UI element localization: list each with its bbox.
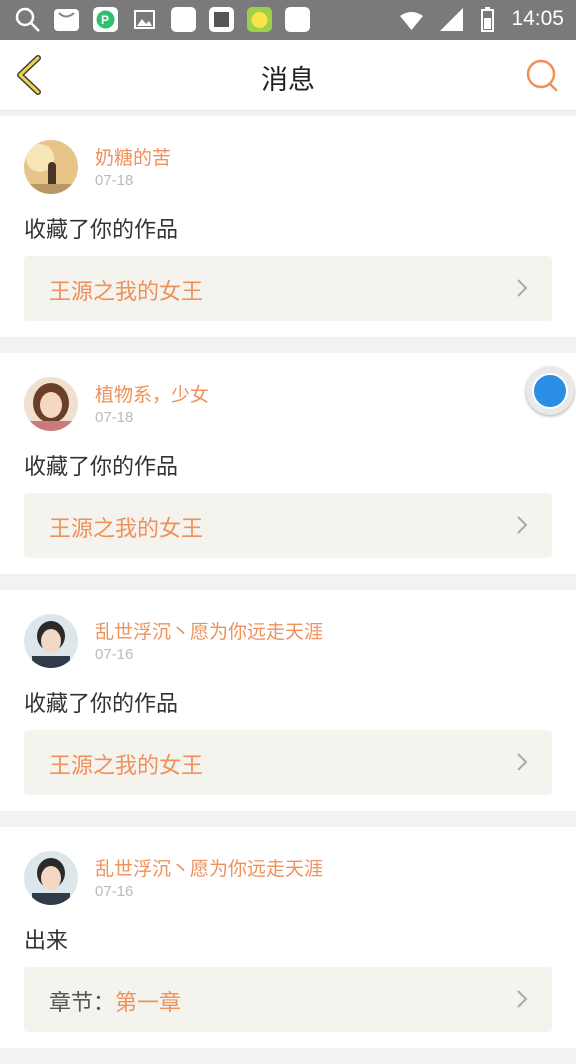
chevron-right-icon xyxy=(517,516,528,534)
floating-assist-button[interactable] xyxy=(526,367,574,415)
work-title: 王源之我的女王 xyxy=(49,511,203,543)
username[interactable]: 乱世浮沉丶愿为你远走天涯 xyxy=(95,854,323,881)
gallery-icon xyxy=(134,10,155,29)
app-header: 消息 xyxy=(0,40,576,111)
search-icon xyxy=(15,7,40,32)
message-date: 07-16 xyxy=(95,646,134,663)
chapter-link[interactable]: 章节：第一章 xyxy=(24,967,552,1032)
avatar[interactable] xyxy=(24,377,78,431)
ref-title: 王源之我的女王 xyxy=(49,754,204,779)
p-app-icon: P xyxy=(93,7,118,32)
ref-title: 王源之我的女王 xyxy=(49,280,204,305)
message-card: 乱世浮沉丶愿为你远走天涯 07-16 出来 章节：第一章 xyxy=(0,827,576,1048)
username[interactable]: 乱世浮沉丶愿为你远走天涯 xyxy=(95,617,323,644)
shopping-bag-icon xyxy=(54,9,79,31)
wifi-icon xyxy=(400,12,423,30)
ref-title: 王源之我的女王 xyxy=(49,517,204,542)
action-text: 收藏了你的作品 xyxy=(24,455,179,480)
message-date: 07-18 xyxy=(95,409,134,426)
work-link[interactable]: 王源之我的女王 xyxy=(24,730,552,795)
chevron-right-icon xyxy=(517,753,528,771)
signal-icon xyxy=(440,8,463,31)
avatar[interactable] xyxy=(24,140,78,194)
blank-app-icon xyxy=(171,7,196,32)
cartoon-app-icon xyxy=(247,7,272,32)
username[interactable]: 奶糖的苦 xyxy=(95,143,171,170)
action-text: 出来 xyxy=(24,929,69,954)
chapter-title: 章节：第一章 xyxy=(49,985,181,1017)
work-title: 王源之我的女王 xyxy=(49,748,203,780)
avatar[interactable] xyxy=(24,614,78,668)
search-icon[interactable] xyxy=(524,57,560,93)
message-card: 奶糖的苦 07-18 收藏了你的作品 王源之我的女王 xyxy=(0,116,576,337)
message-card: 乱世浮沉丶愿为你远走天涯 07-16 收藏了你的作品 王源之我的女王 xyxy=(0,590,576,811)
ref-title: 第一章 xyxy=(115,991,182,1016)
work-title: 王源之我的女王 xyxy=(49,274,203,306)
ref-prefix: 章节： xyxy=(49,991,116,1016)
battery-icon xyxy=(481,7,494,32)
message-date: 07-18 xyxy=(95,172,134,189)
chevron-right-icon xyxy=(517,279,528,297)
floating-button-core xyxy=(532,373,568,409)
work-link[interactable]: 王源之我的女王 xyxy=(24,493,552,558)
avatar[interactable] xyxy=(24,851,78,905)
svg-text:P: P xyxy=(101,13,109,27)
status-bar: P 14:05 xyxy=(0,0,576,40)
message-date: 07-16 xyxy=(95,883,134,900)
action-text: 收藏了你的作品 xyxy=(24,692,179,717)
message-list: 奶糖的苦 07-18 收藏了你的作品 王源之我的女王 植物系，少女 07-18 … xyxy=(0,116,576,1064)
status-time: 14:05 xyxy=(511,7,564,30)
username[interactable]: 植物系，少女 xyxy=(95,380,209,407)
work-link[interactable]: 王源之我的女王 xyxy=(24,256,552,321)
message-card: 植物系，少女 07-18 收藏了你的作品 王源之我的女王 xyxy=(0,353,576,574)
blank-app-icon xyxy=(285,7,310,32)
action-text: 收藏了你的作品 xyxy=(24,218,179,243)
page-title: 消息 xyxy=(261,65,315,96)
store-app-icon xyxy=(209,7,234,32)
chevron-right-icon xyxy=(517,990,528,1008)
